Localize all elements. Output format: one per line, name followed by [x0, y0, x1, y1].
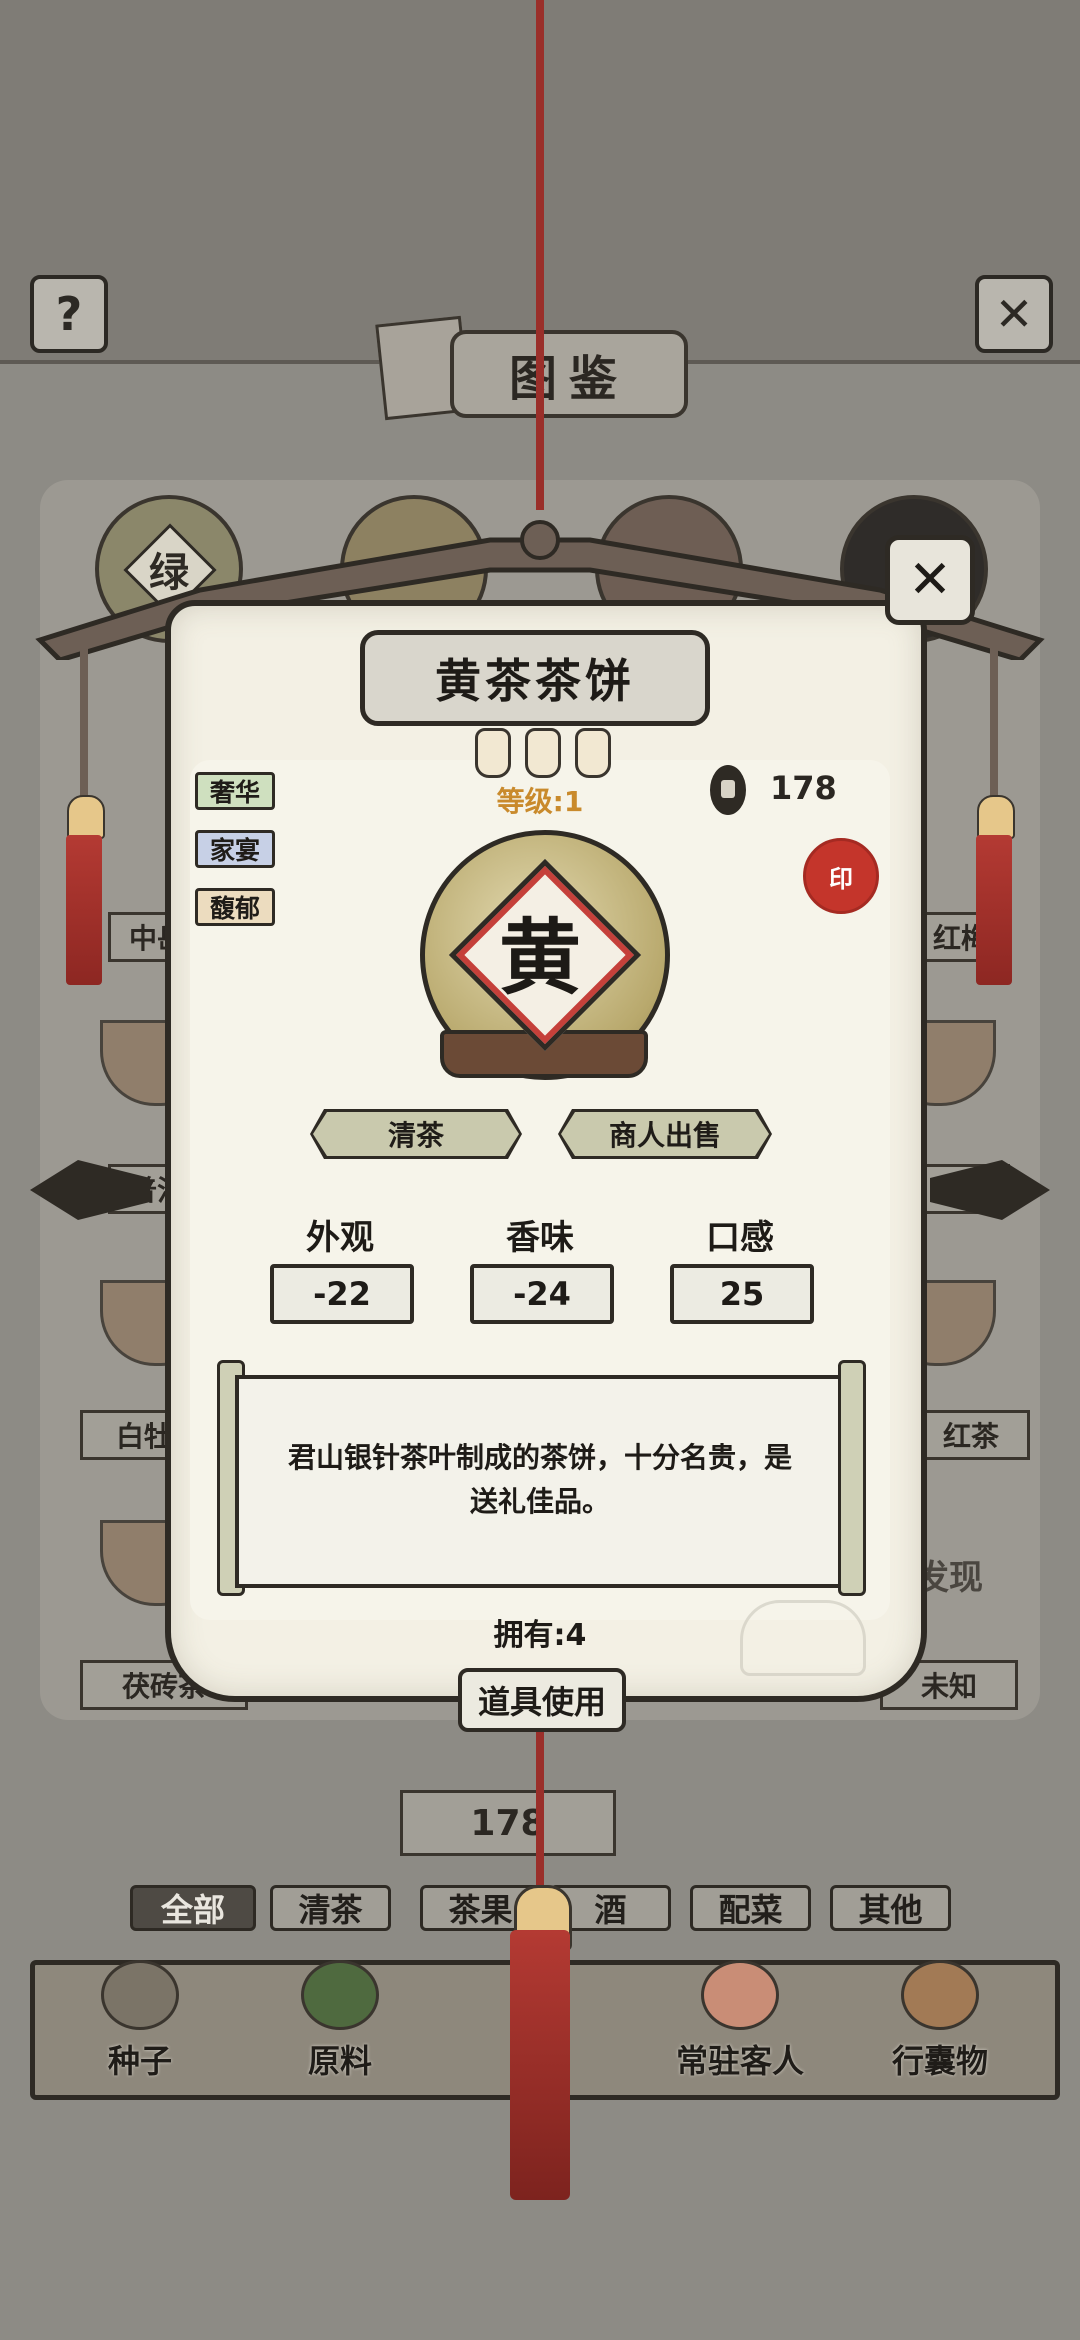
left-tassel: [66, 835, 102, 985]
description-line: 君山银针茶叶制成的茶饼，十分名贵，是: [287, 1441, 792, 1474]
coin-count: 178: [770, 769, 837, 807]
undiscovered-hint: 发现: [915, 1558, 983, 1598]
item-level: 等级:1: [496, 785, 584, 818]
type-label: 清茶: [313, 1112, 519, 1156]
stat-taste-label: 口感: [706, 1218, 774, 1258]
background-close-button[interactable]: ✕: [975, 275, 1053, 353]
close-icon: ✕: [994, 287, 1034, 341]
close-icon: ✕: [908, 550, 952, 610]
item-description: 君山银针茶叶制成的茶饼，十分名贵，是 送礼佳品。: [260, 1400, 820, 1560]
bag-icon: [901, 1960, 979, 2030]
nav-resident-guests[interactable]: 常驻客人: [660, 1960, 820, 2090]
bg-item-label: 红茶: [912, 1410, 1030, 1460]
stat-aroma-value: -24: [470, 1264, 614, 1324]
level-lamp-icon: [525, 728, 561, 778]
item-glyph: 黄: [498, 909, 581, 1006]
tassel-cord: [80, 640, 88, 800]
tab-other[interactable]: 其他: [830, 1885, 951, 1931]
tag-luxury: 奢华: [195, 772, 276, 810]
modal-close-button[interactable]: ✕: [885, 535, 975, 625]
nav-seeds[interactable]: 种子: [65, 1960, 215, 2090]
tab-clear-tea[interactable]: 清茶: [270, 1885, 391, 1931]
tassel-cord: [990, 640, 998, 800]
hanging-rope: [536, 0, 544, 510]
level-lamp-icon: [575, 728, 611, 778]
question-icon: ?: [55, 287, 83, 341]
use-item-button[interactable]: 道具使用: [458, 1668, 626, 1732]
tassel-cap: [67, 795, 105, 839]
sell-banner: 商人出售: [558, 1109, 772, 1159]
stat-aroma-label: 香味: [506, 1218, 574, 1258]
stat-appearance-value: -22: [270, 1264, 414, 1324]
bottom-tassel: [510, 1930, 570, 2200]
description-line: 送礼佳品。: [469, 1485, 610, 1518]
seal-stamp-icon: 印: [803, 838, 879, 914]
seed-jar-icon: [101, 1960, 179, 2030]
type-banner: 清茶: [310, 1109, 522, 1159]
tassel-cap: [977, 795, 1015, 839]
tab-all[interactable]: 全部: [130, 1885, 256, 1931]
scroll-rod-right: [838, 1360, 866, 1596]
item-title: 黄茶茶饼: [360, 630, 710, 726]
leaf-icon: [301, 1960, 379, 2030]
nav-luggage[interactable]: 行囊物: [865, 1960, 1015, 2090]
teapot-decoration-icon: [740, 1600, 866, 1676]
coin-icon: [710, 765, 746, 815]
owned-count: 拥有:4: [493, 1618, 587, 1653]
stat-appearance-label: 外观: [306, 1218, 374, 1258]
game-screen: ? ✕ 图鉴 绿 中岳 普洱 白牡 茯砖茶 红梅 凤香 红茶 未知 发现 178…: [0, 0, 1080, 2340]
encyclopedia-title: 图鉴: [450, 330, 688, 418]
level-lamp-icon: [475, 728, 511, 778]
nav-materials[interactable]: 原料: [265, 1960, 415, 2090]
help-button[interactable]: ?: [30, 275, 108, 353]
guest-avatar-icon: [701, 1960, 779, 2030]
right-tassel: [976, 835, 1012, 985]
sell-label: 商人出售: [561, 1112, 769, 1156]
stat-taste-value: 25: [670, 1264, 814, 1324]
tag-family-banquet: 家宴: [195, 830, 276, 868]
tag-fragrant: 馥郁: [195, 888, 276, 926]
page-number: 178: [400, 1790, 616, 1856]
tab-side-dish[interactable]: 配菜: [690, 1885, 811, 1931]
